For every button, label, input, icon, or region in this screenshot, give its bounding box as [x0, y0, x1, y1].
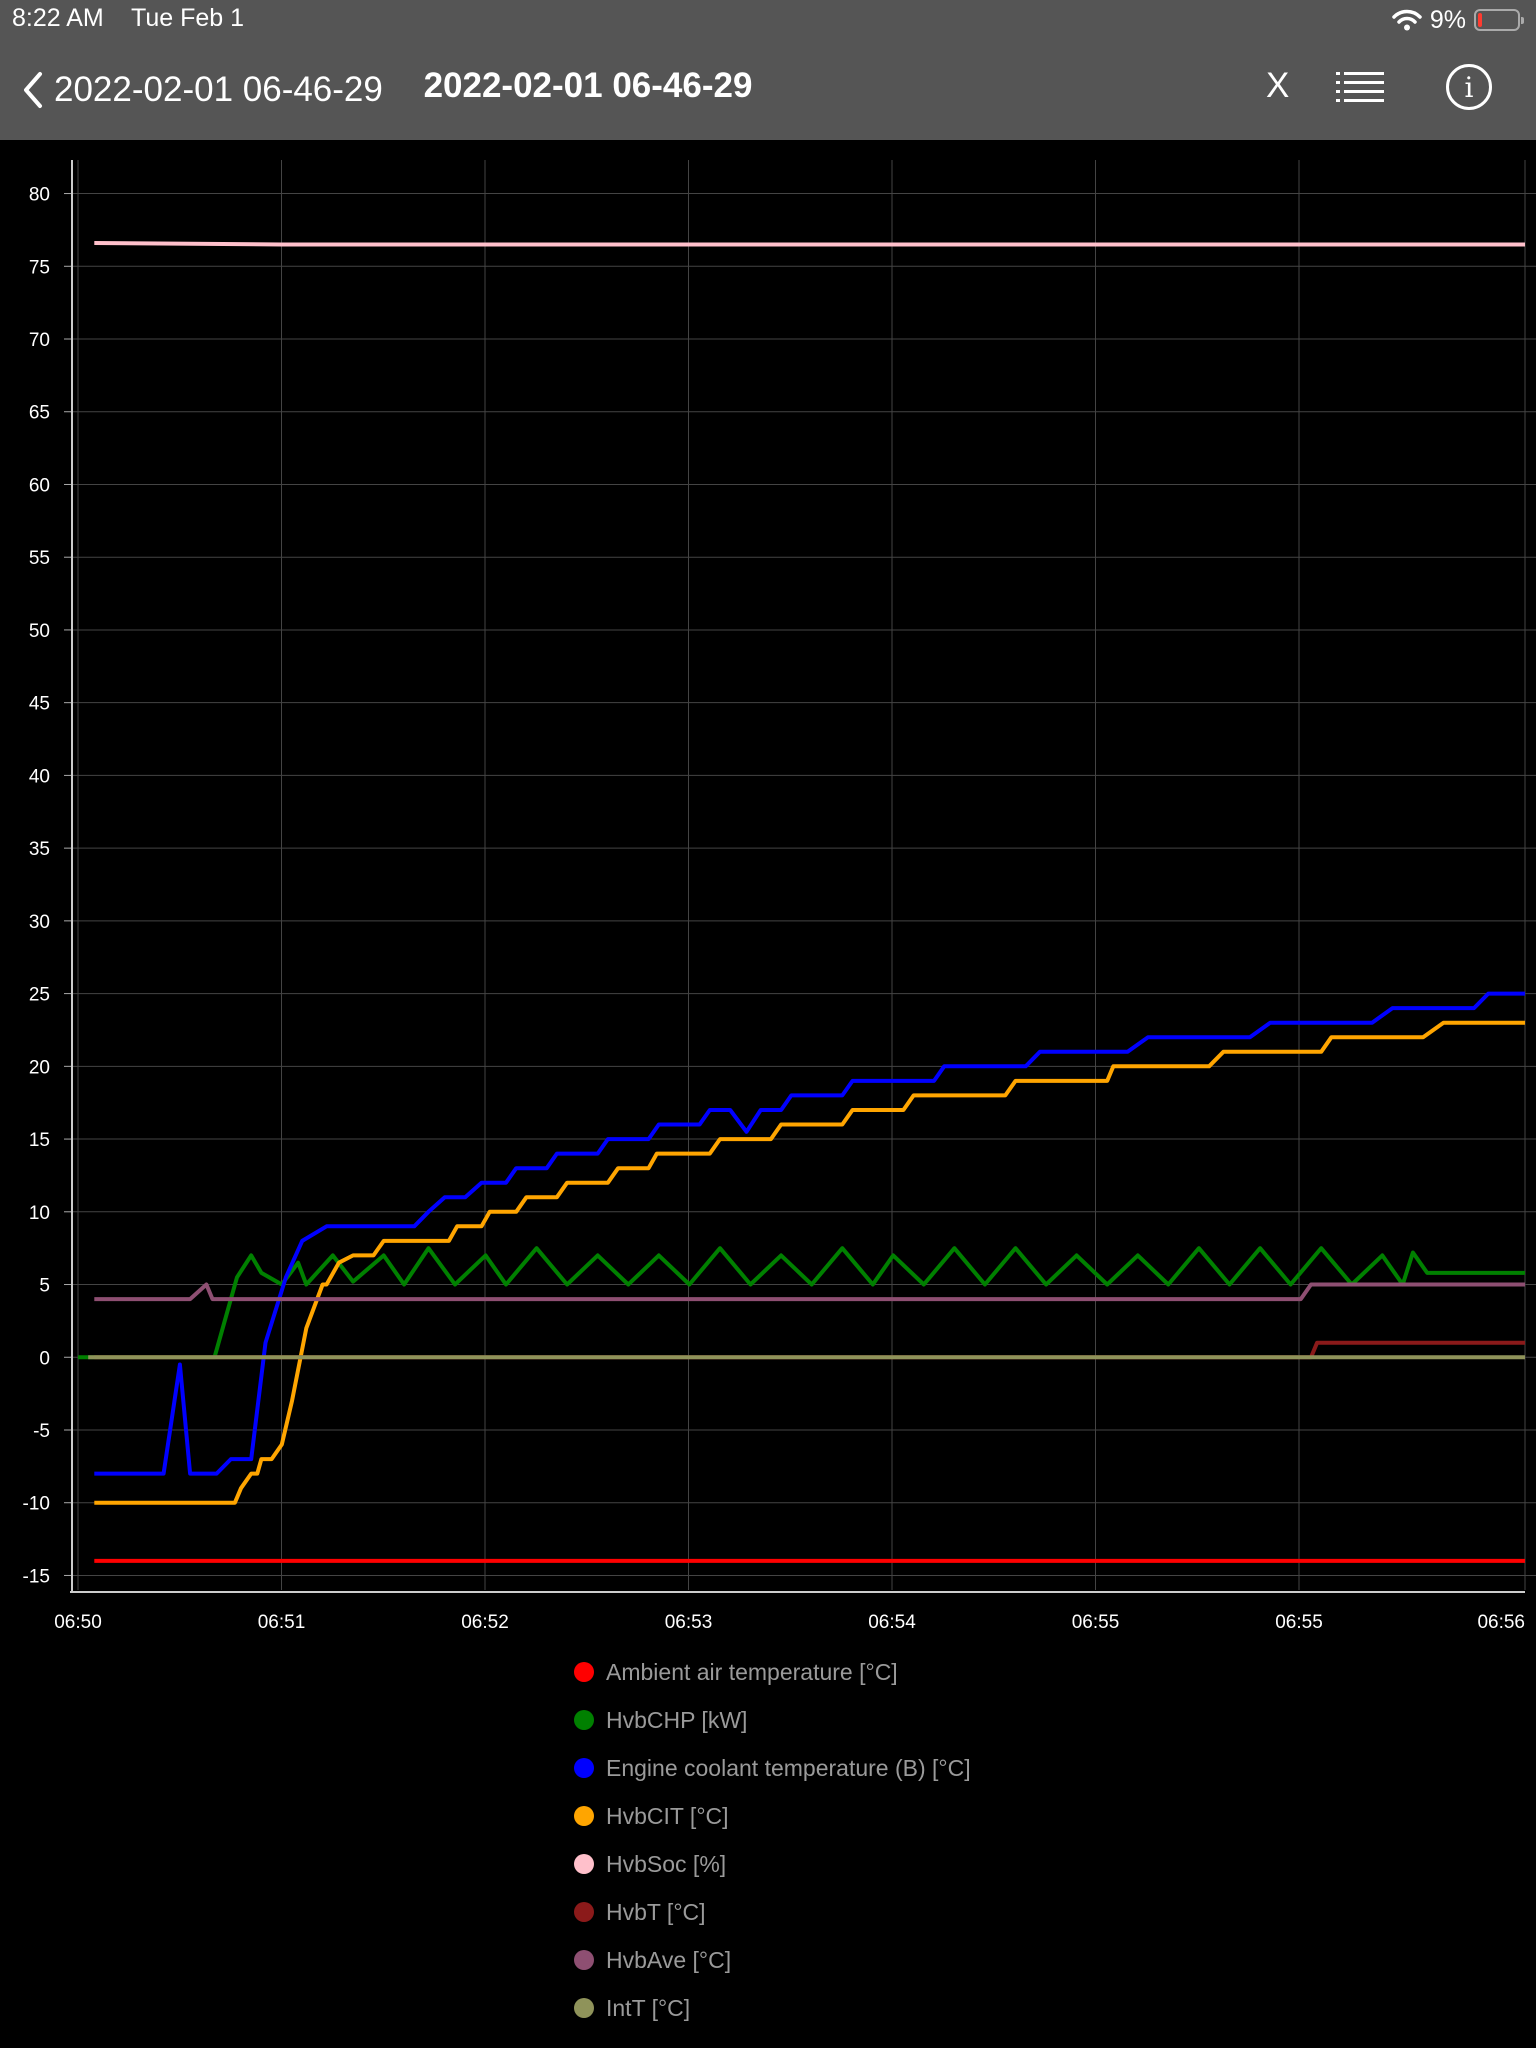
legend-label: Engine coolant temperature (B) [°C]	[606, 1754, 971, 1781]
legend-label: IntT [°C]	[606, 1994, 691, 2021]
legend-item: HvbCHP [kW]	[574, 1696, 971, 1744]
y-tick-label: 35	[29, 839, 50, 860]
info-icon: i	[1464, 70, 1474, 104]
legend-item: Ambient air temperature [°C]	[574, 1648, 971, 1696]
x-tick-label: 06:55	[1072, 1612, 1120, 1633]
legend-label: HvbCIT [°C]	[606, 1802, 729, 1829]
y-tick-label: 30	[29, 912, 50, 933]
y-tick-label: 65	[29, 403, 50, 424]
y-tick-label: 80	[29, 185, 50, 206]
x-tick-label: 06:55	[1275, 1612, 1323, 1633]
y-tick-label: 15	[29, 1130, 50, 1151]
y-tick-label: 25	[29, 985, 50, 1006]
series-line-7	[94, 1282, 1525, 1302]
y-tick-label: 50	[29, 621, 50, 642]
x-tick-label: 06:52	[461, 1612, 509, 1633]
y-tick-label: 45	[29, 694, 50, 715]
legend-label: HvbSoc [%]	[606, 1850, 727, 1877]
chart-legend: Ambient air temperature [°C] HvbCHP [kW] E…	[574, 1648, 971, 2032]
y-tick-label: 0	[39, 1348, 50, 1369]
legend-swatch	[574, 1854, 594, 1874]
status-time: 8:22 AM	[12, 4, 104, 32]
legend-swatch	[574, 1950, 594, 1970]
chevron-left-icon	[20, 70, 44, 110]
legend-label: HvbAve [°C]	[606, 1946, 732, 1973]
y-tick-label: 10	[29, 1203, 50, 1224]
navigation-bar: 8:22 AM Tue Feb 1 9% 2022-02-01 06-46-29…	[0, 0, 1536, 140]
close-button[interactable]: X	[1266, 66, 1289, 106]
legend-item: HvbSoc [%]	[574, 1840, 971, 1888]
info-button[interactable]: i	[1446, 64, 1492, 110]
x-tick-label: 06:51	[258, 1612, 306, 1633]
legend-swatch	[574, 1902, 594, 1922]
battery-percent: 9%	[1429, 5, 1466, 34]
legend-label: Ambient air temperature [°C]	[606, 1658, 898, 1685]
legend-item: Engine coolant temperature (B) [°C]	[574, 1744, 971, 1792]
battery-icon	[1474, 9, 1524, 31]
legend-item: HvbAve [°C]	[574, 1936, 971, 1984]
y-tick-label: 40	[29, 766, 50, 787]
series-line-3	[94, 991, 1525, 1476]
back-label: 2022-02-01 06-46-29	[54, 70, 383, 109]
series-line-6	[94, 1340, 1525, 1360]
legend-label: HvbCHP [kW]	[606, 1706, 748, 1733]
legend-item: HvbCIT [°C]	[574, 1792, 971, 1840]
y-tick-label: 70	[29, 330, 50, 351]
back-button[interactable]: 2022-02-01 06-46-29	[20, 62, 383, 118]
y-tick-label: 60	[29, 475, 50, 496]
y-tick-label: -15	[23, 1566, 50, 1587]
series-line-5	[94, 241, 1525, 247]
y-tick-label: 75	[29, 257, 50, 278]
y-tick-label: 55	[29, 548, 50, 569]
legend-item: HvbT [°C]	[574, 1888, 971, 1936]
x-tick-label: 06:50	[54, 1612, 102, 1633]
y-tick-label: -5	[33, 1421, 50, 1442]
legend-swatch	[574, 1662, 594, 1682]
series-line-2	[78, 1246, 1525, 1360]
wifi-icon	[1392, 9, 1422, 31]
legend-item: IntT [°C]	[574, 1984, 971, 2032]
legend-swatch	[574, 1998, 594, 2018]
line-chart: -15 -10 -5 0 5 10 15 20 25 30 35 40 45 50 55 60 65 70 75 80…	[23, 160, 1536, 1633]
x-tick-label: 06:56	[1477, 1612, 1525, 1633]
page-title: 2022-02-01 06-46-29	[423, 66, 753, 105]
y-tick-label: 20	[29, 1057, 50, 1078]
y-tick-label: 5	[39, 1276, 50, 1297]
list-icon[interactable]	[1336, 70, 1386, 113]
x-tick-label: 06:53	[665, 1612, 713, 1633]
legend-swatch	[574, 1710, 594, 1730]
legend-swatch	[574, 1806, 594, 1826]
legend-label: HvbT [°C]	[606, 1898, 706, 1925]
status-indicators: 9%	[1392, 4, 1524, 36]
status-date: Tue Feb 1	[131, 4, 245, 32]
legend-swatch	[574, 1758, 594, 1778]
y-tick-label: -10	[23, 1494, 50, 1515]
x-tick-label: 06:54	[868, 1612, 916, 1633]
